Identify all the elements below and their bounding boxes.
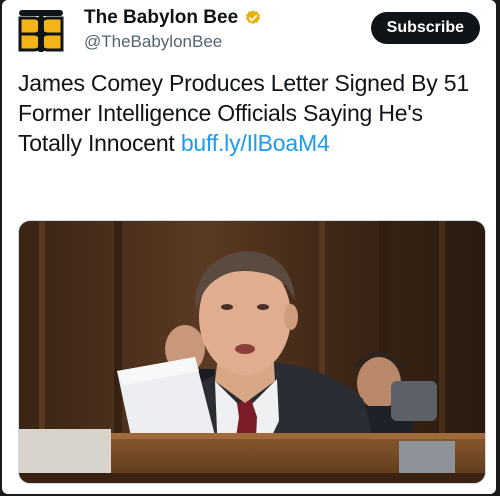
subscribe-button[interactable]: Subscribe	[370, 12, 480, 44]
account-names: The Babylon Bee @TheBabylonBee	[84, 6, 262, 53]
babylon-bee-logo-icon[interactable]	[16, 8, 66, 54]
account-handle[interactable]: @TheBabylonBee	[84, 31, 262, 53]
tweet-header: The Babylon Bee @TheBabylonBee Subscribe	[16, 6, 486, 56]
display-name[interactable]: The Babylon Bee	[84, 6, 238, 30]
tweet-card[interactable]: The Babylon Bee @TheBabylonBee Subscribe…	[2, 0, 496, 494]
tweet-link[interactable]: buff.ly/IlBoaM4	[181, 130, 330, 156]
tweet-media-photo[interactable]	[18, 220, 486, 484]
gold-verified-badge-icon[interactable]	[244, 9, 262, 27]
tweet-text: James Comey Produces Letter Signed By 51…	[18, 68, 478, 158]
photo-man-holding-paper-icon	[19, 221, 485, 483]
